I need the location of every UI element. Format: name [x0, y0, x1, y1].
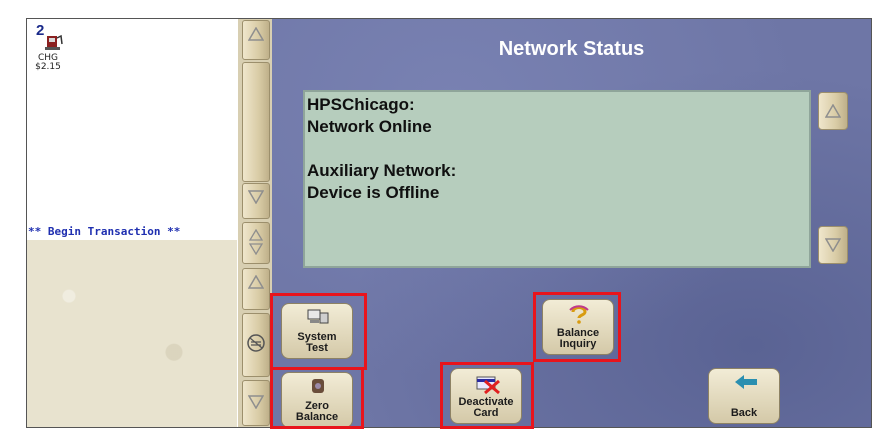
receipt-area [27, 240, 237, 427]
scroll-both-button[interactable] [242, 222, 270, 264]
receipt-scroll-up-button[interactable] [242, 268, 270, 310]
print-receipt-button[interactable] [242, 313, 270, 377]
network-status-text: HPSChicago: Network Online Auxiliary Net… [307, 95, 457, 202]
scroll-up-button[interactable] [242, 20, 270, 60]
pump-amount: $2.15 [35, 62, 61, 72]
arrow-up-icon [247, 26, 265, 41]
network-status-box: HPSChicago: Network Online Auxiliary Net… [303, 90, 811, 268]
arrow-down-icon [247, 190, 265, 205]
highlight-box [270, 293, 367, 370]
back-label: Back [730, 407, 758, 419]
no-print-icon [247, 334, 265, 352]
fuel-pump-icon [45, 34, 63, 50]
up-down-arrows-icon [248, 228, 264, 256]
back-arrow-icon [735, 375, 757, 389]
status-scroll-up-button[interactable] [818, 92, 848, 130]
begin-transaction-text: ** Begin Transaction ** [28, 225, 181, 238]
arrow-up-icon [247, 274, 265, 289]
highlight-box [533, 292, 621, 362]
page-title: Network Status [498, 38, 645, 60]
scroll-down-button[interactable] [242, 183, 270, 219]
highlight-box [270, 367, 364, 429]
highlight-box [440, 362, 534, 429]
arrow-up-icon [824, 103, 842, 118]
back-button[interactable]: Back [708, 368, 780, 424]
scroll-thumb[interactable] [242, 62, 270, 182]
status-scroll-down-button[interactable] [818, 226, 848, 264]
arrow-down-icon [247, 395, 265, 410]
receipt-scroll-down-button[interactable] [242, 380, 270, 426]
arrow-down-icon [824, 238, 842, 253]
